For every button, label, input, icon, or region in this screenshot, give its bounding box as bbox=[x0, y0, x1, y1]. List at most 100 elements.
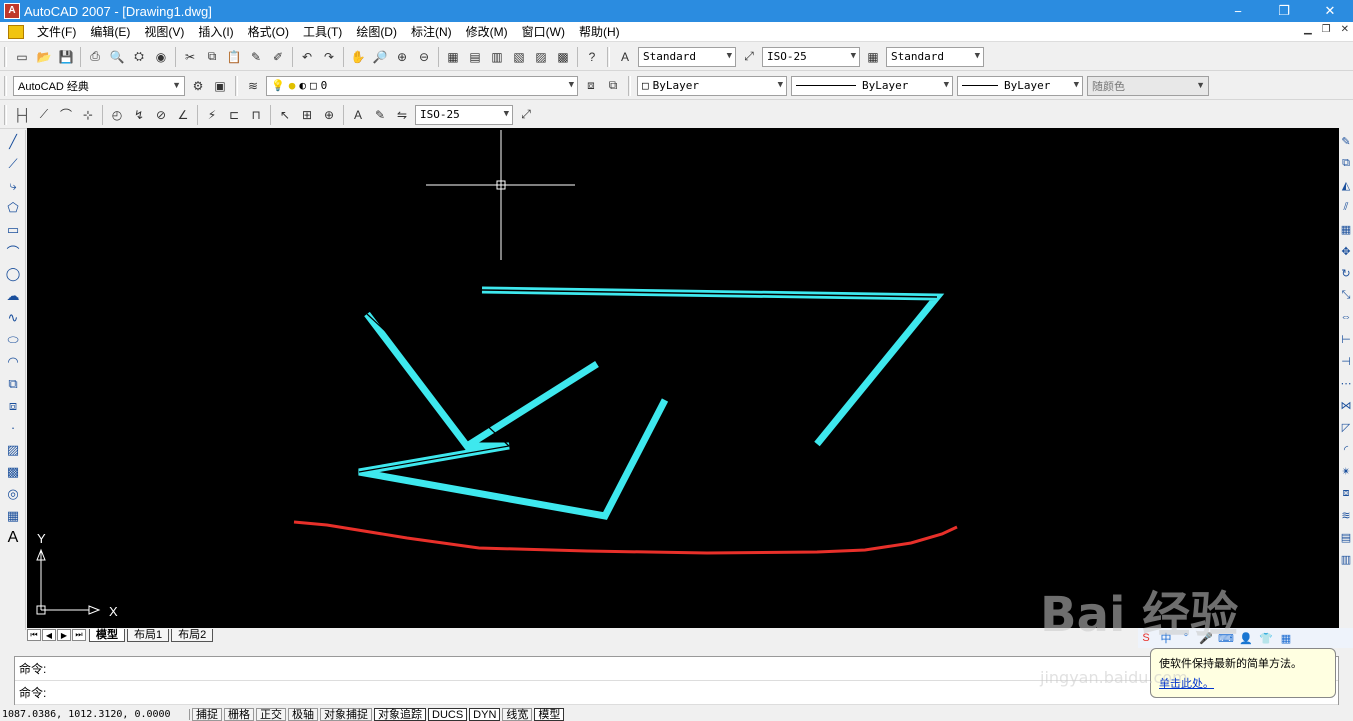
dim-style-icon[interactable]: ⤢ bbox=[739, 47, 759, 67]
help-icon[interactable]: ? bbox=[582, 47, 602, 67]
osnap-toggle[interactable]: 对象捕捉 bbox=[320, 707, 372, 721]
explode-icon[interactable]: ✴ bbox=[1339, 460, 1353, 482]
zoom-previous-icon[interactable]: ⊖ bbox=[414, 47, 434, 67]
user-icon[interactable]: 👤 bbox=[1238, 630, 1254, 646]
insert-block-icon[interactable]: ⧉ bbox=[2, 373, 24, 394]
ellipse-icon[interactable]: ⬭ bbox=[2, 329, 24, 350]
paste-icon[interactable]: 📋 bbox=[224, 47, 244, 67]
red-spline[interactable] bbox=[293, 520, 958, 555]
quick-leader-icon[interactable]: ↖ bbox=[275, 105, 295, 125]
menu-dimension[interactable]: 标注(N) bbox=[404, 23, 459, 40]
dyn-toggle[interactable]: DYN bbox=[469, 707, 501, 721]
cyan-polyline-zigzag[interactable] bbox=[358, 311, 669, 520]
angular-icon[interactable]: ∠ bbox=[173, 105, 193, 125]
doc-close-icon[interactable]: ✕ bbox=[1341, 24, 1349, 35]
drawing-canvas[interactable]: X Y bbox=[27, 128, 1339, 628]
ellipse-arc-icon[interactable]: ◠ bbox=[2, 351, 24, 372]
chamfer-icon[interactable]: ◸ bbox=[1339, 416, 1353, 438]
offset-icon[interactable]: ⫽ bbox=[1339, 196, 1353, 218]
command-window[interactable]: 命令: 命令: bbox=[14, 656, 1339, 705]
rotate-icon[interactable]: ↻ bbox=[1339, 262, 1353, 284]
layer-previous-icon[interactable]: ⧉ bbox=[603, 76, 623, 96]
doc-minimize-icon[interactable]: ▁ bbox=[1304, 24, 1312, 35]
design-center-icon[interactable]: ▤ bbox=[465, 47, 485, 67]
grid-toggle[interactable]: 栅格 bbox=[224, 707, 254, 721]
spline-icon[interactable]: ∿ bbox=[2, 307, 24, 328]
fillet-icon[interactable]: ◜ bbox=[1339, 438, 1353, 460]
extend-icon[interactable]: ⊣ bbox=[1339, 350, 1353, 372]
document-icon[interactable] bbox=[8, 24, 24, 39]
publish-icon[interactable]: ⛭ bbox=[129, 47, 149, 67]
dim-update-icon[interactable]: ⇋ bbox=[392, 105, 412, 125]
multiline-text-icon[interactable]: A bbox=[2, 527, 24, 548]
toolbar-grip[interactable] bbox=[607, 46, 610, 67]
keyboard-icon[interactable]: ⌨ bbox=[1218, 630, 1234, 646]
match-properties-icon[interactable]: ✎ bbox=[246, 47, 266, 67]
undo-icon[interactable]: ↶ bbox=[297, 47, 317, 67]
ducs-toggle[interactable]: DUCS bbox=[428, 707, 468, 721]
markup-icon[interactable]: ▨ bbox=[531, 47, 551, 67]
otrack-toggle[interactable]: 对象追踪 bbox=[374, 707, 426, 721]
close-button[interactable]: ✕ bbox=[1307, 0, 1353, 22]
workspace-select[interactable]: AutoCAD 经典 ▼ bbox=[13, 75, 185, 96]
redo-icon[interactable]: ↷ bbox=[319, 47, 339, 67]
erase-icon[interactable]: ✎ bbox=[1339, 130, 1353, 152]
cut-icon[interactable]: ✂ bbox=[180, 47, 200, 67]
toolbar-grip[interactable] bbox=[628, 75, 631, 96]
hatch-icon[interactable]: ▨ bbox=[2, 439, 24, 460]
calculator-icon[interactable]: ▩ bbox=[553, 47, 573, 67]
dim-edit-icon[interactable]: A bbox=[348, 105, 368, 125]
center-mark-icon[interactable]: ⊕ bbox=[319, 105, 339, 125]
menu-draw[interactable]: 绘图(D) bbox=[349, 23, 404, 40]
prev-tab-icon[interactable]: ◀ bbox=[42, 629, 56, 641]
menu-view[interactable]: 视图(V) bbox=[137, 23, 191, 40]
maximize-button[interactable]: ❐ bbox=[1261, 0, 1307, 22]
command-input-line[interactable]: 命令: bbox=[15, 681, 1338, 705]
stretch-icon[interactable]: ⇔ bbox=[1339, 306, 1353, 328]
point-icon[interactable]: · bbox=[2, 417, 24, 438]
plot-preview-icon[interactable]: 🔍 bbox=[107, 47, 127, 67]
print-icon[interactable]: ⎙ bbox=[85, 47, 105, 67]
scale-icon[interactable]: ⤡ bbox=[1339, 284, 1353, 306]
move-icon[interactable]: ✥ bbox=[1339, 240, 1353, 262]
doc-restore-icon[interactable]: ❐ bbox=[1322, 24, 1331, 35]
menu-tools[interactable]: 工具(T) bbox=[296, 23, 349, 40]
table-icon[interactable]: ▦ bbox=[2, 505, 24, 526]
arc-icon[interactable]: ⌒ bbox=[2, 241, 24, 262]
save-icon[interactable]: 💾 bbox=[56, 47, 76, 67]
polygon-icon[interactable]: ⬠ bbox=[2, 197, 24, 218]
dim-style-select[interactable]: ISO-25 ▼ bbox=[762, 46, 860, 67]
construction-line-icon[interactable]: ⟋ bbox=[2, 153, 24, 174]
array-icon[interactable]: ▦ bbox=[1339, 218, 1353, 240]
table-style-icon[interactable]: ▦ bbox=[863, 47, 883, 67]
join-icon[interactable]: ⋈ bbox=[1339, 394, 1353, 416]
line-icon[interactable]: ╱ bbox=[2, 131, 24, 152]
shirt-icon[interactable]: 👕 bbox=[1258, 630, 1274, 646]
arc-length-icon[interactable]: ⌒ bbox=[56, 105, 76, 125]
menu-format[interactable]: 格式(O) bbox=[241, 23, 296, 40]
menu-modify[interactable]: 修改(M) bbox=[459, 23, 515, 40]
quick-dimension-icon[interactable]: ⚡ bbox=[202, 105, 222, 125]
properties-icon[interactable]: ▦ bbox=[443, 47, 463, 67]
mirror-icon[interactable]: ◭ bbox=[1339, 174, 1353, 196]
tool-palettes-icon[interactable]: ▥ bbox=[487, 47, 507, 67]
first-tab-icon[interactable]: ⏮ bbox=[27, 629, 41, 641]
color-select[interactable]: □ ByLayer ▼ bbox=[637, 75, 787, 96]
mic-icon[interactable]: 🎤 bbox=[1198, 630, 1214, 646]
table-style-select[interactable]: Standard ▼ bbox=[886, 46, 984, 67]
trim-icon[interactable]: ⊢ bbox=[1339, 328, 1353, 350]
jogged-icon[interactable]: ↯ bbox=[129, 105, 149, 125]
menu-window[interactable]: 窗口(W) bbox=[515, 23, 572, 40]
revision-cloud-icon[interactable]: ☁ bbox=[2, 285, 24, 306]
tab-model[interactable]: 模型 bbox=[89, 628, 125, 642]
circle-icon[interactable]: ◯ bbox=[2, 263, 24, 284]
layer-select[interactable]: 💡 ● ◐ □ 0 ▼ bbox=[266, 75, 578, 96]
grid-menu-icon[interactable]: ▦ bbox=[1278, 630, 1294, 646]
zoom-realtime-icon[interactable]: 🔎 bbox=[370, 47, 390, 67]
snap-toggle[interactable]: 捕捉 bbox=[192, 707, 222, 721]
new-icon[interactable]: ▭ bbox=[12, 47, 32, 67]
text-style-select[interactable]: Standard ▼ bbox=[638, 46, 736, 67]
dim-style-manager-icon[interactable]: ⤢ bbox=[516, 105, 536, 125]
sheet-set-icon[interactable]: ▧ bbox=[509, 47, 529, 67]
tolerance-icon[interactable]: ⊞ bbox=[297, 105, 317, 125]
